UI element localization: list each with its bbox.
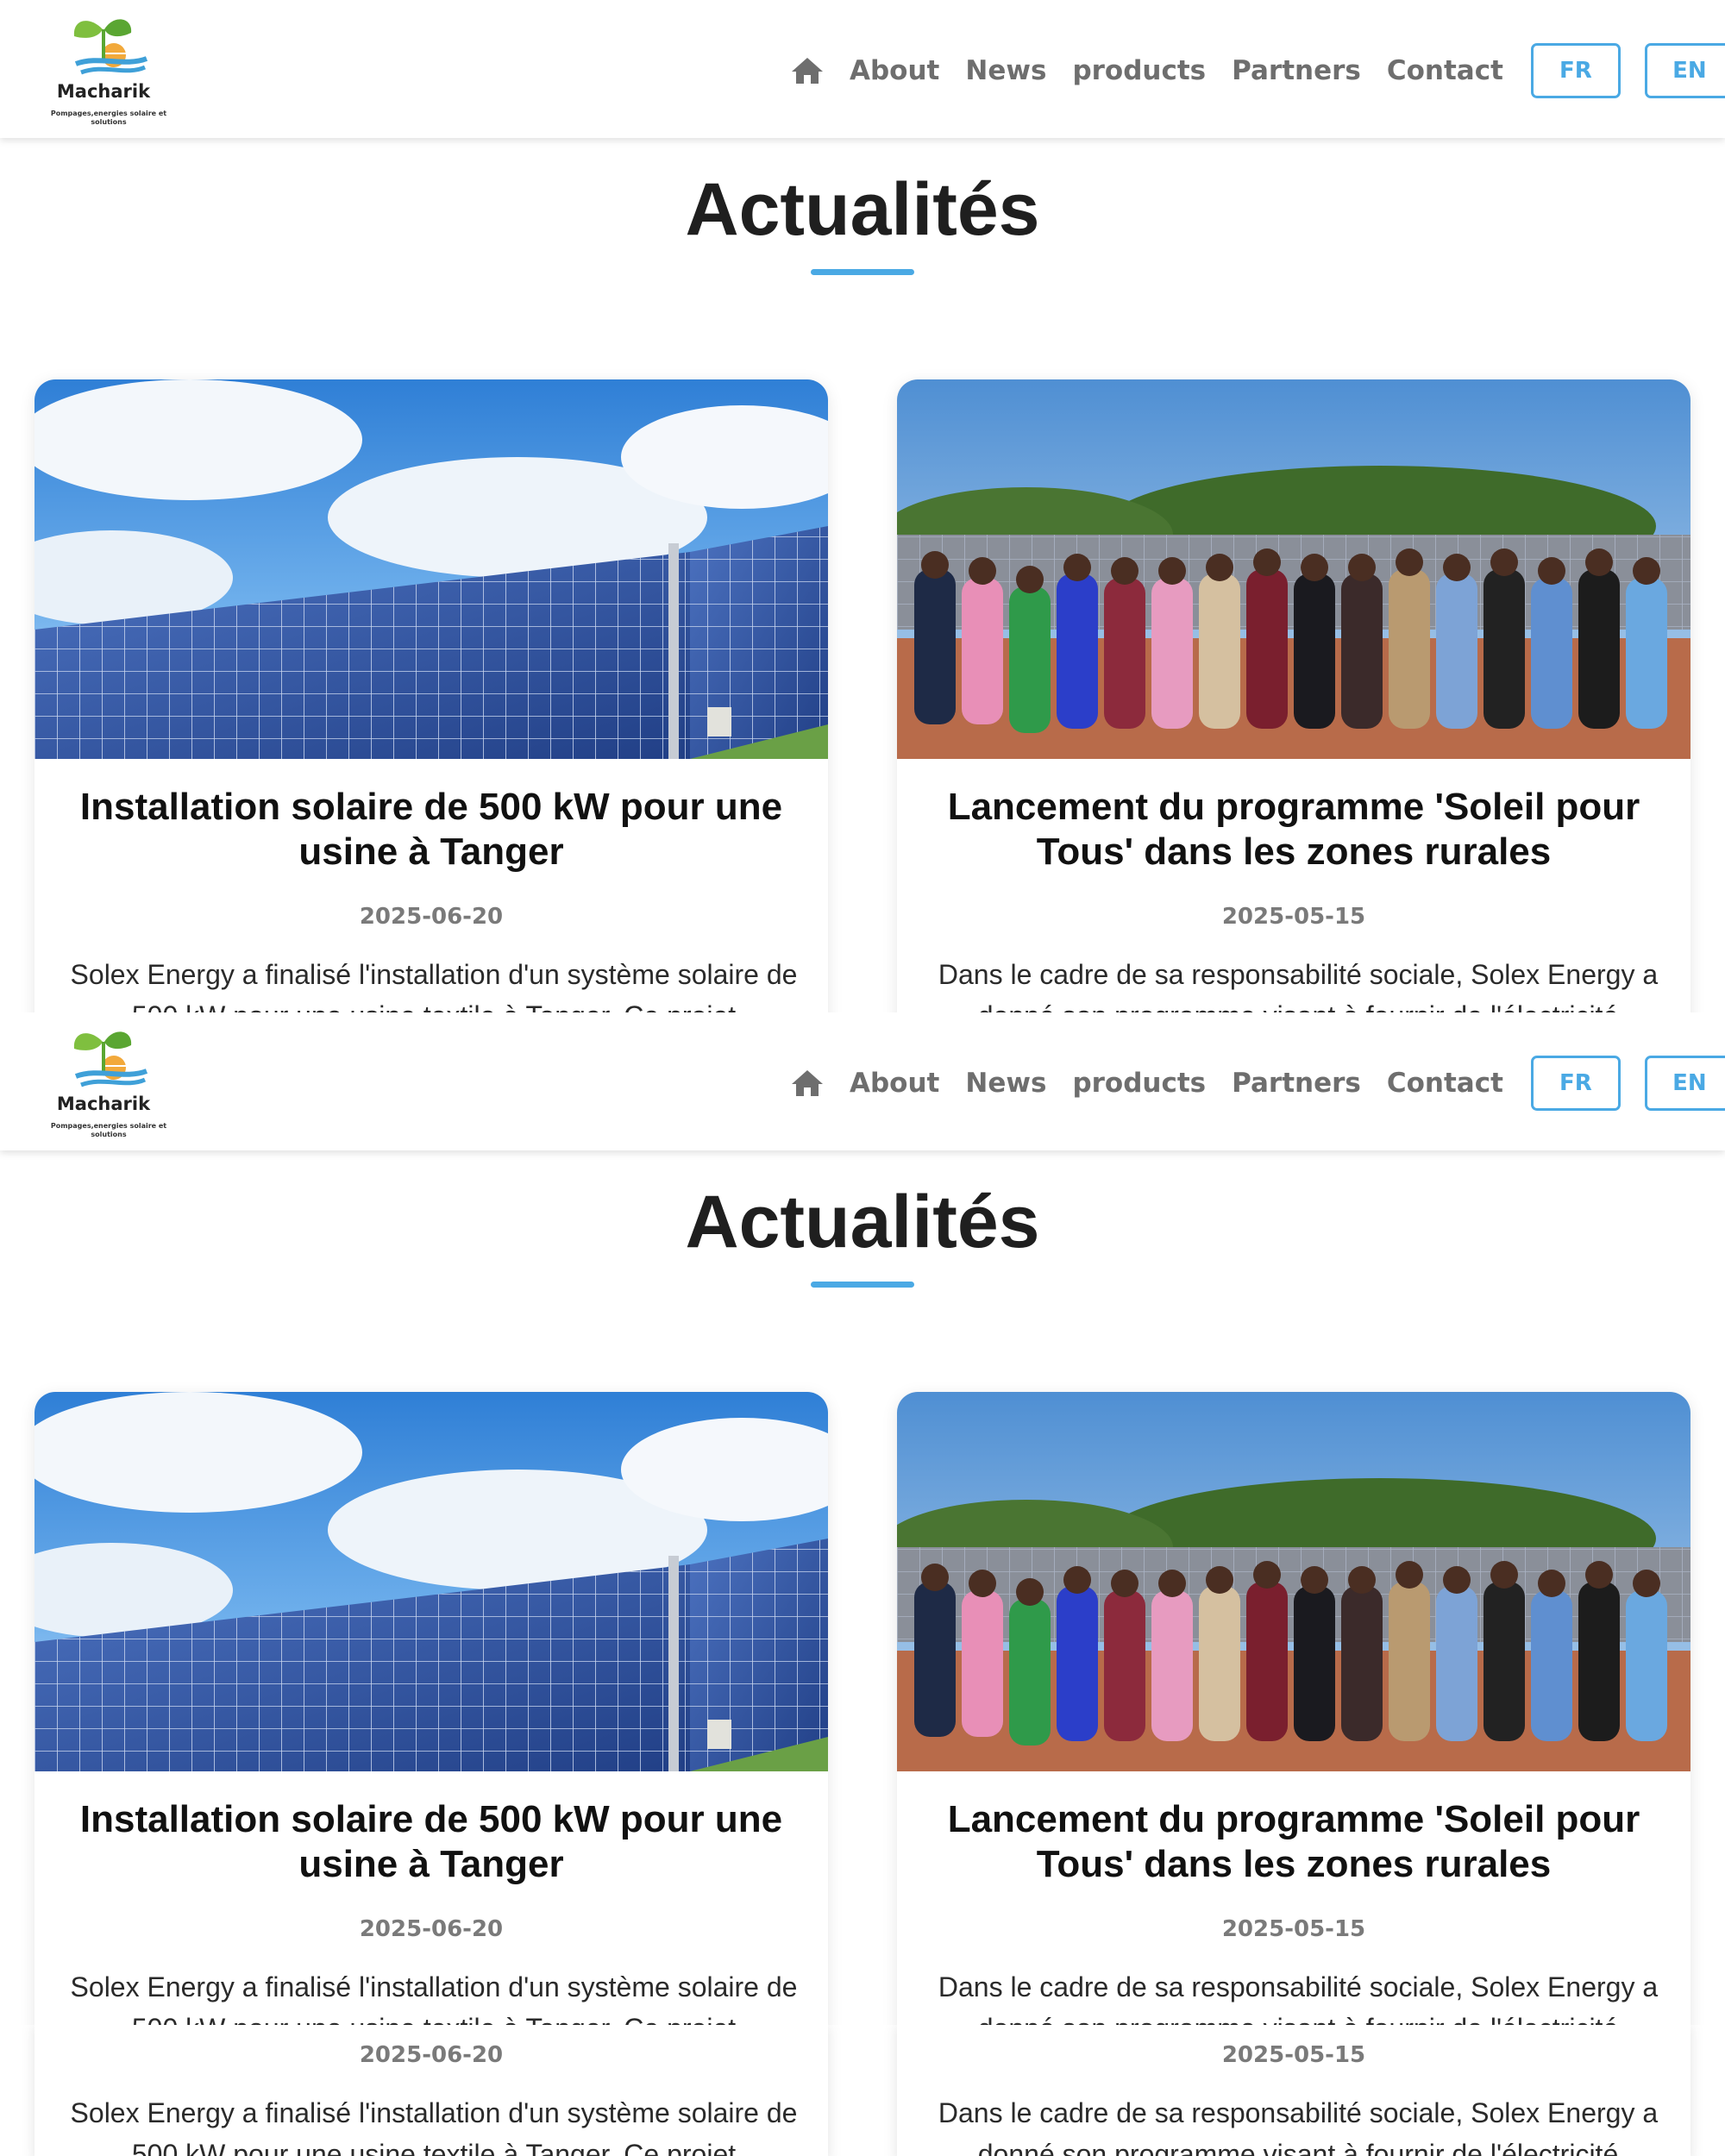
nav-about[interactable]: About (850, 55, 939, 86)
card-excerpt: Solex Energy a finalisé l'installation d… (70, 1971, 798, 2025)
nav-products[interactable]: products (1072, 1068, 1206, 1099)
card-title[interactable]: Installation solaire de 500 kW pour une … (60, 785, 802, 874)
page-view-2: Macharik Pompages,energies solaire et so… (0, 1012, 1725, 2025)
card-title[interactable]: Lancement du programme 'Soleil pour Tous… (923, 785, 1665, 874)
nav-contact[interactable]: Contact (1387, 55, 1503, 86)
community-group-photo (897, 1392, 1690, 1771)
page-view-1: Macharik Pompages,energies solaire et so… (0, 0, 1725, 1012)
news-card[interactable]: Lancement du programme 'Soleil pour Tous… (897, 379, 1690, 1012)
lang-en-button[interactable]: EN (1644, 1056, 1725, 1111)
card-date: 2025-05-15 (1221, 904, 1366, 930)
solar-panels-photo (34, 379, 828, 759)
community-group-photo (897, 379, 1690, 759)
nav-news[interactable]: News (965, 1068, 1046, 1099)
card-date: 2025-06-20 (359, 904, 504, 930)
site-header: Macharik Pompages,energies solaire et so… (0, 0, 1725, 138)
lang-fr-button[interactable]: FR (1530, 43, 1621, 98)
logo[interactable]: Macharik Pompages,energies solaire et so… (38, 1026, 185, 1145)
page-view-3: 2025-06-20 Solex Energy a finalisé l'ins… (0, 2025, 1725, 2156)
card-date: 2025-06-20 (359, 2042, 504, 2068)
lang-en-button[interactable]: EN (1644, 43, 1725, 98)
page-title: Actualités (685, 1181, 1040, 1263)
card-title[interactable]: Lancement du programme 'Soleil pour Tous… (923, 1797, 1665, 1887)
main-nav: About News products Partners Contact FR … (789, 43, 1725, 98)
logo-name: Macharik (56, 81, 151, 102)
logo[interactable]: Macharik Pompages,energies solaire et so… (38, 14, 185, 133)
card-date: 2025-05-15 (1221, 1916, 1366, 1942)
solar-panels-photo (34, 1392, 828, 1771)
card-date: 2025-05-15 (1221, 2042, 1366, 2068)
news-card-fragment[interactable]: 2025-05-15 Dans le cadre de sa responsab… (897, 2025, 1690, 2156)
nav-partners[interactable]: Partners (1232, 55, 1361, 86)
news-card[interactable]: Lancement du programme 'Soleil pour Tous… (897, 1392, 1690, 2025)
logo-icon (73, 1031, 148, 1087)
nav-news[interactable]: News (965, 55, 1046, 86)
news-card[interactable]: Installation solaire de 500 kW pour une … (34, 379, 828, 1012)
card-title[interactable]: Installation solaire de 500 kW pour une … (60, 1797, 802, 1887)
logo-tagline: Pompages,energies solaire et solutions (50, 1122, 167, 1138)
logo-name: Macharik (56, 1094, 151, 1114)
lang-fr-button[interactable]: FR (1530, 1056, 1621, 1111)
news-card-fragment[interactable]: 2025-06-20 Solex Energy a finalisé l'ins… (34, 2025, 828, 2156)
card-excerpt: Dans le cadre de sa responsabilité socia… (938, 1971, 1659, 2025)
title-underline (811, 1282, 914, 1288)
page-title: Actualités (685, 168, 1040, 251)
card-excerpt: Dans le cadre de sa responsabilité socia… (938, 959, 1659, 1012)
site-header: Macharik Pompages,energies solaire et so… (0, 1012, 1725, 1150)
home-icon[interactable] (789, 53, 825, 88)
card-excerpt: Solex Energy a finalisé l'installation d… (70, 2097, 798, 2156)
card-date: 2025-06-20 (359, 1916, 504, 1942)
card-excerpt: Dans le cadre de sa responsabilité socia… (938, 2097, 1659, 2156)
card-excerpt: Solex Energy a finalisé l'installation d… (70, 959, 798, 1012)
nav-contact[interactable]: Contact (1387, 1068, 1503, 1099)
logo-icon (73, 19, 148, 75)
nav-partners[interactable]: Partners (1232, 1068, 1361, 1099)
logo-tagline: Pompages,energies solaire et solutions (50, 110, 167, 126)
nav-products[interactable]: products (1072, 55, 1206, 86)
news-card[interactable]: Installation solaire de 500 kW pour une … (34, 1392, 828, 2025)
home-icon[interactable] (789, 1066, 825, 1100)
main-nav: About News products Partners Contact FR … (789, 1056, 1725, 1111)
nav-about[interactable]: About (850, 1068, 939, 1099)
title-underline (811, 269, 914, 275)
